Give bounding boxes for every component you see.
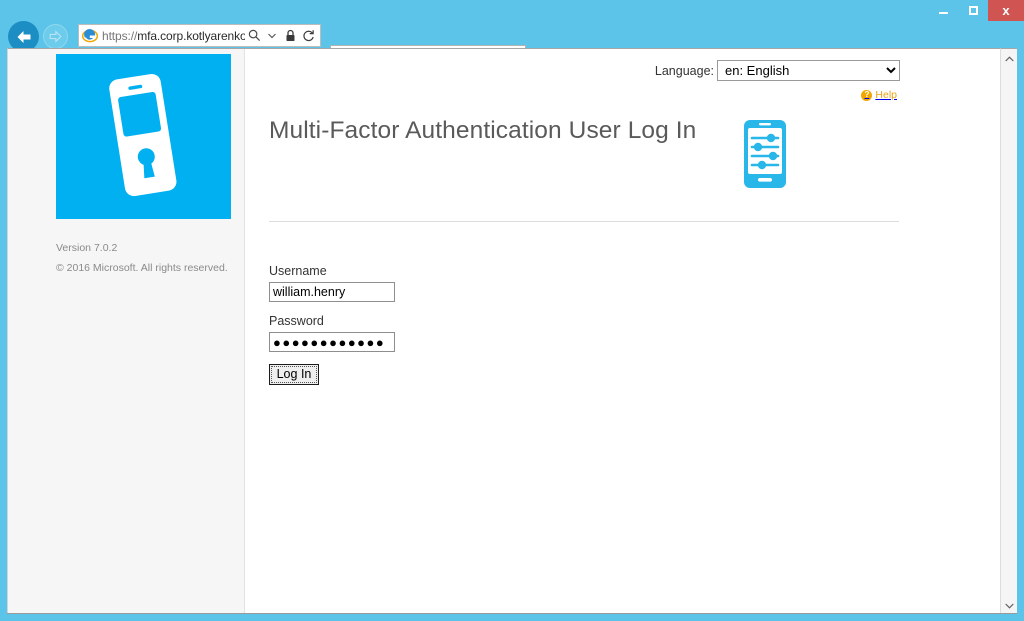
- login-button[interactable]: Log In: [269, 364, 319, 385]
- scroll-up-arrow-icon[interactable]: [1001, 50, 1018, 67]
- chevron-down-icon[interactable]: [263, 27, 281, 45]
- vertical-scrollbar[interactable]: [1000, 48, 1017, 614]
- close-icon: x: [1002, 3, 1010, 18]
- password-label: Password: [269, 314, 324, 328]
- forward-button[interactable]: [43, 24, 68, 49]
- scroll-down-arrow-icon[interactable]: [1001, 597, 1018, 614]
- url-text: https://mfa.corp.kotlyarenko....: [98, 29, 245, 43]
- minimize-icon: [938, 12, 948, 14]
- phone-lock-icon: [109, 73, 177, 197]
- username-label: Username: [269, 264, 327, 278]
- version-text: Version 7.0.2: [56, 242, 118, 254]
- close-button[interactable]: x: [988, 0, 1024, 21]
- refresh-icon[interactable]: [299, 27, 317, 45]
- window-controls: x: [928, 0, 1024, 21]
- lock-icon[interactable]: [281, 27, 299, 45]
- minimize-button[interactable]: [928, 0, 958, 21]
- help-label: Help: [875, 89, 897, 101]
- language-selector-row: Language: en: English: [655, 60, 900, 81]
- password-input[interactable]: [269, 332, 395, 352]
- navigation-bar: https://mfa.corp.kotlyarenko....: [0, 21, 1024, 69]
- url-scheme: https://: [102, 28, 138, 43]
- help-circle-icon: ?: [861, 89, 873, 101]
- language-select[interactable]: en: English: [717, 60, 900, 81]
- browser-window: x https://mfa.corp.kotlyarenko Version 7…: [0, 0, 1024, 621]
- arrow-right-icon: [49, 30, 62, 43]
- username-input[interactable]: [269, 282, 395, 302]
- url-host: mfa.corp.kotlyarenko....: [137, 28, 245, 43]
- phone-settings-icon: [743, 119, 787, 189]
- window-bottom-frame: [0, 614, 1024, 621]
- section-divider: [269, 221, 899, 222]
- copyright-text: © 2016 Microsoft. All rights reserved.: [56, 262, 228, 274]
- page-title: Multi-Factor Authentication User Log In: [269, 117, 697, 144]
- page-sidebar: Version 7.0.2 © 2016 Microsoft. All righ…: [8, 49, 245, 614]
- address-bar[interactable]: https://mfa.corp.kotlyarenko....: [78, 24, 321, 47]
- page-content: Language: en: English ? Help Multi-Facto…: [245, 49, 1017, 614]
- help-link[interactable]: ? Help: [861, 89, 897, 101]
- maximize-icon: [968, 6, 978, 15]
- search-icon[interactable]: [245, 27, 263, 45]
- arrow-left-icon: [17, 30, 30, 43]
- maximize-button[interactable]: [958, 0, 988, 21]
- ie-logo-icon: [81, 28, 99, 44]
- login-form: Username Password Log In: [269, 264, 395, 385]
- title-bar: x: [0, 0, 1024, 21]
- language-label: Language:: [654, 63, 714, 78]
- product-logo: [56, 54, 231, 219]
- page-viewport: Version 7.0.2 © 2016 Microsoft. All righ…: [7, 48, 1017, 614]
